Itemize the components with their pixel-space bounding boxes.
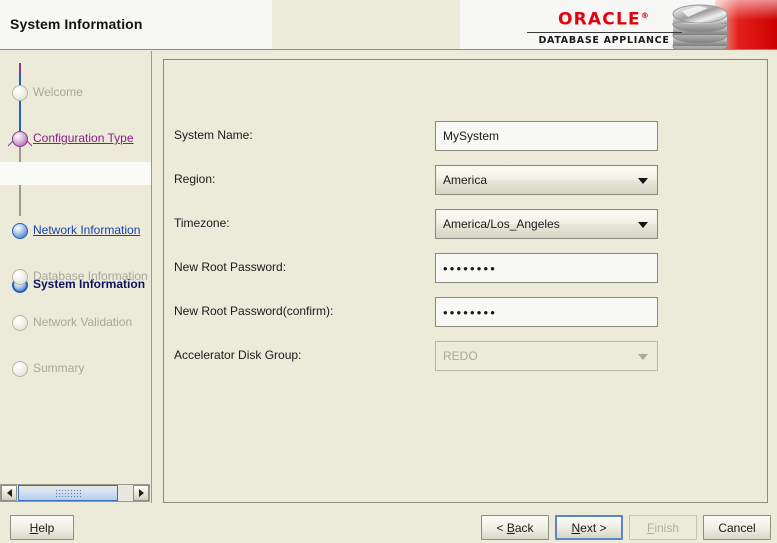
accelerator-disk-group-dropdown: REDO xyxy=(435,341,658,371)
system-information-form-panel: System Name: Region: America Timezone: A… xyxy=(163,59,768,503)
next-button[interactable]: Next > xyxy=(555,515,623,540)
chevron-down-icon xyxy=(638,354,648,360)
step-marker-gray-circle-icon xyxy=(12,315,28,331)
step-marker-gray-circle-icon xyxy=(12,269,28,285)
cancel-button[interactable]: Cancel xyxy=(703,515,771,540)
header-center-band xyxy=(272,0,460,49)
form-row-system-name: System Name: xyxy=(174,121,759,151)
cancel-button-label: Cancel xyxy=(718,520,756,535)
field-label: Region: xyxy=(174,172,216,186)
scroll-left-button[interactable] xyxy=(1,485,17,501)
wizard-steps-sidebar: Welcome Configuration Type System Inform… xyxy=(0,51,151,482)
field-control: America xyxy=(435,165,658,195)
form-row-timezone: Timezone: America/Los_Angeles xyxy=(174,209,759,239)
sidebar-item-summary[interactable]: Summary xyxy=(0,204,151,377)
help-button[interactable]: Help xyxy=(10,515,74,540)
oracle-brand-text: ORACLE® xyxy=(557,9,651,30)
form-row-accelerator-disk-group: Accelerator Disk Group: REDO xyxy=(174,341,759,371)
page-title: System Information xyxy=(10,16,143,32)
field-control xyxy=(435,121,658,151)
back-button[interactable]: < Back xyxy=(481,515,549,540)
field-control: REDO xyxy=(435,341,658,371)
field-label: New Root Password(confirm): xyxy=(174,304,334,318)
finish-button-label: Finish xyxy=(646,520,680,535)
sidebar-item-label: Network Validation xyxy=(33,315,133,329)
scroll-right-button[interactable] xyxy=(133,485,149,501)
scrollbar-track[interactable] xyxy=(17,485,133,501)
form-row-region: Region: America xyxy=(174,165,759,195)
scrollbar-grip-icon xyxy=(55,489,81,497)
step-marker-gray-circle-icon xyxy=(12,361,28,377)
timezone-dropdown[interactable]: America/Los_Angeles xyxy=(435,209,658,239)
field-label: Accelerator Disk Group: xyxy=(174,348,302,362)
field-label: Timezone: xyxy=(174,216,230,230)
field-label: System Name: xyxy=(174,128,253,142)
scrollbar-thumb[interactable] xyxy=(18,485,118,501)
sidebar-item-network-validation[interactable]: Network Validation xyxy=(0,181,151,331)
system-name-input[interactable] xyxy=(435,121,658,151)
oracle-wordmark: ORACLE® DATABASE APPLIANCE xyxy=(524,7,684,46)
registered-mark: ® xyxy=(640,11,651,20)
sidebar-item-label: Summary xyxy=(33,361,85,375)
logo-divider xyxy=(526,31,682,33)
field-control: America/Los_Angeles xyxy=(435,209,658,239)
field-label: New Root Password: xyxy=(174,260,287,274)
chevron-down-icon xyxy=(638,222,648,228)
sidebar-item-network-information[interactable]: Network Information xyxy=(0,135,151,239)
app-header: System Information ORACLE® DATABASE APPL… xyxy=(0,0,777,50)
back-button-label: < Back xyxy=(496,520,534,535)
timezone-selected-value: America/Los_Angeles xyxy=(443,217,560,231)
sidebar-divider xyxy=(151,51,152,503)
finish-button: Finish xyxy=(629,515,697,540)
help-button-label: Help xyxy=(29,520,55,535)
accelerator-disk-group-selected-value: REDO xyxy=(443,349,478,363)
field-control xyxy=(435,297,658,327)
next-button-label: Next > xyxy=(571,520,607,535)
sidebar-item-welcome[interactable]: Welcome xyxy=(0,66,151,101)
chevron-down-icon xyxy=(638,178,648,184)
right-arrow-icon xyxy=(138,489,144,497)
oracle-product-text: DATABASE APPLIANCE xyxy=(538,34,670,46)
left-arrow-icon xyxy=(6,489,12,497)
field-control xyxy=(435,253,658,283)
form-row-new-root-password: New Root Password: xyxy=(174,253,759,283)
region-dropdown[interactable]: America xyxy=(435,165,658,195)
sidebar-item-label: Database Information xyxy=(33,269,148,283)
sidebar-item-database-information[interactable]: Database Information xyxy=(0,158,151,285)
region-selected-value: America xyxy=(443,173,488,187)
sidebar-item-configuration-type[interactable]: Configuration Type xyxy=(0,89,151,147)
new-root-password-input[interactable] xyxy=(435,253,658,283)
oracle-logo: ORACLE® DATABASE APPLIANCE xyxy=(460,0,777,49)
new-root-password-confirm-input[interactable] xyxy=(435,297,658,327)
sidebar-horizontal-scrollbar[interactable] xyxy=(0,484,150,502)
form-row-new-root-password-confirm: New Root Password(confirm): xyxy=(174,297,759,327)
